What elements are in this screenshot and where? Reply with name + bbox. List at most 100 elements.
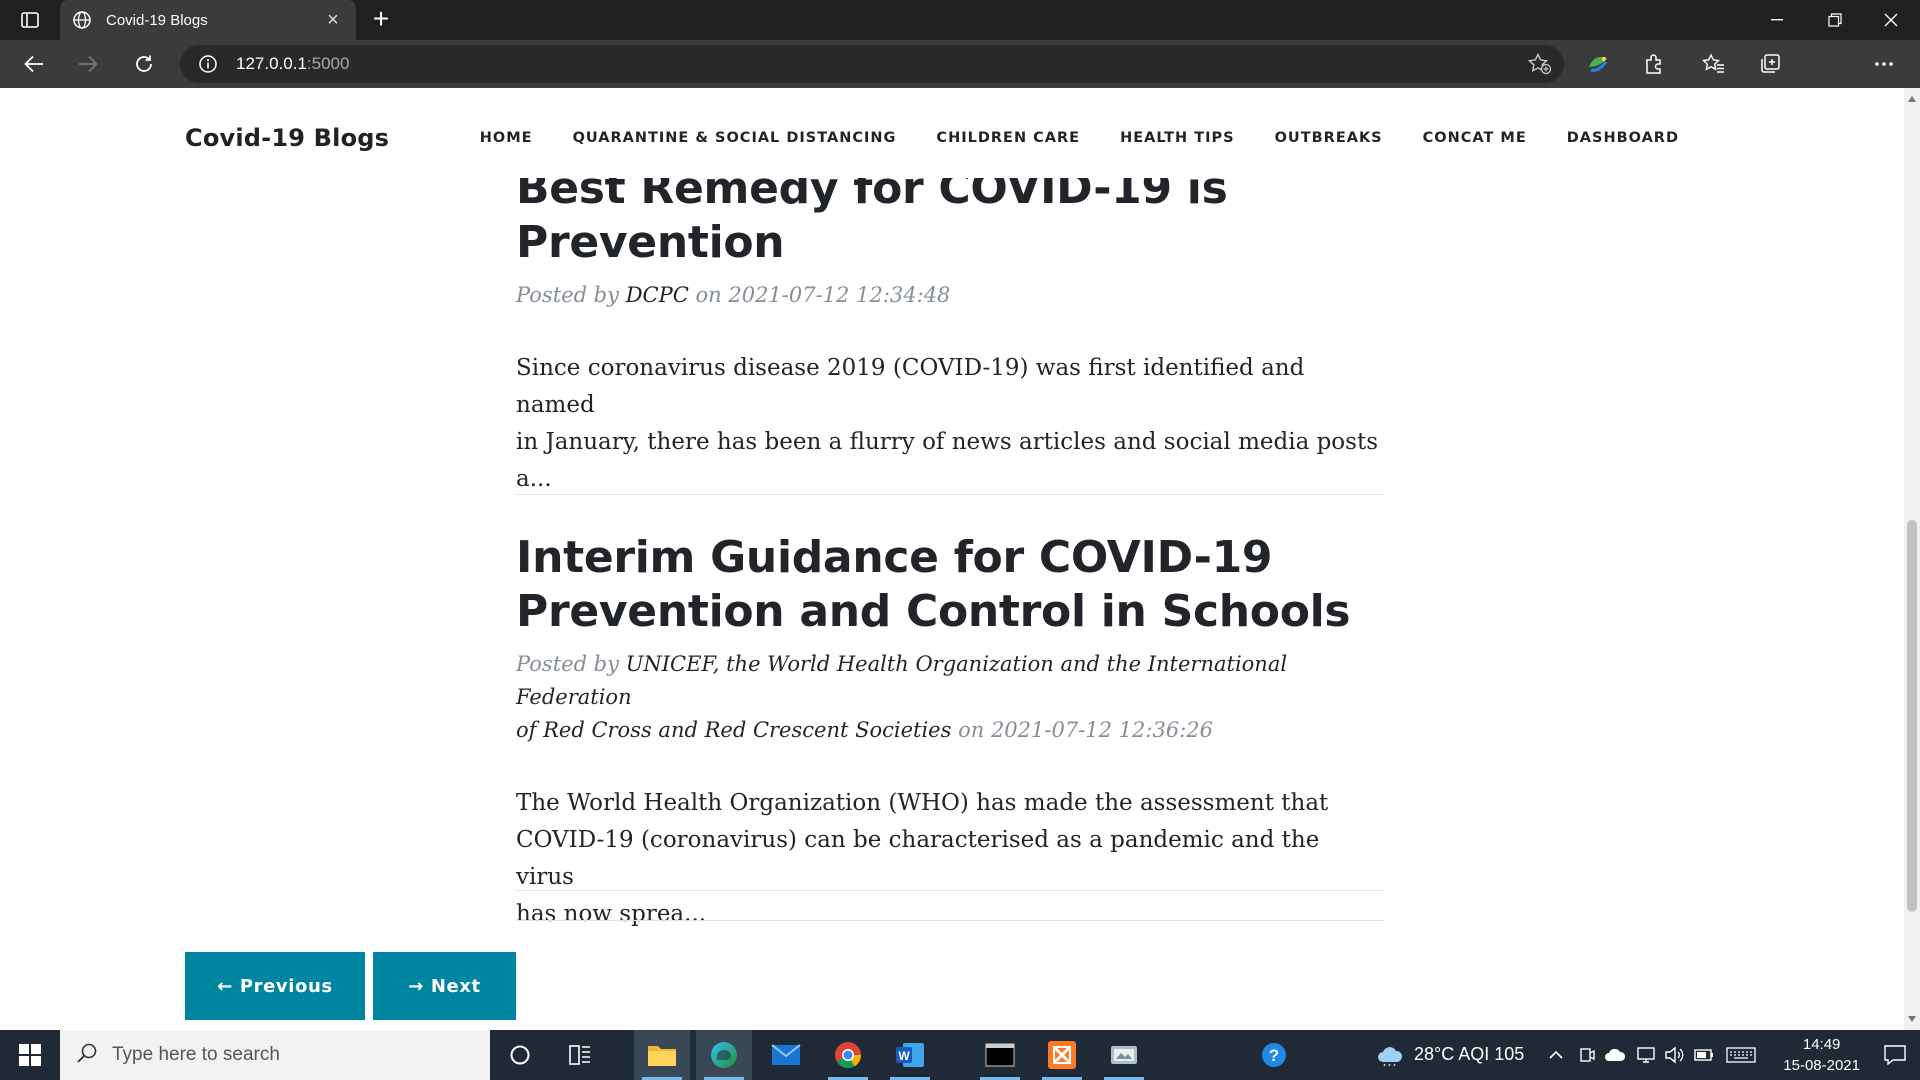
svg-text:?: ? xyxy=(1269,1046,1279,1065)
scrollbar-thumb[interactable] xyxy=(1907,520,1917,912)
post-excerpt: Since coronavirus disease 2019 (COVID-19… xyxy=(516,350,1384,498)
nav-link-home[interactable]: HOME xyxy=(480,130,533,146)
keyboard-icon[interactable] xyxy=(1726,1047,1756,1068)
weather-icon[interactable] xyxy=(1376,1043,1404,1072)
address-port: :5000 xyxy=(306,54,350,73)
post-author: UNICEF, the World Health Organization an… xyxy=(516,652,1288,709)
meet-icon[interactable] xyxy=(1578,1046,1596,1069)
page-scrollbar[interactable] xyxy=(1904,88,1920,1030)
taskbar-search[interactable]: Type here to search xyxy=(60,1030,490,1080)
terminal-icon[interactable] xyxy=(972,1030,1028,1080)
post-preview: Best Remedy for COVID-19 is Prevention P… xyxy=(516,162,1384,498)
globe-icon xyxy=(72,10,92,30)
browser-essentials-icon[interactable] xyxy=(1582,50,1614,78)
list-end-divider xyxy=(516,920,1384,921)
scroll-up-icon[interactable] xyxy=(1908,96,1916,102)
extensions-icon[interactable] xyxy=(1638,50,1670,78)
address-host: 127.0.0.1 xyxy=(236,54,307,73)
refresh-icon[interactable] xyxy=(126,48,162,80)
notification-icon[interactable] xyxy=(1870,1030,1920,1080)
windows-taskbar: Type here to search W ? 28°C AQI 105 14:… xyxy=(0,1030,1920,1080)
restore-icon[interactable] xyxy=(1806,0,1864,40)
help-icon[interactable]: ? xyxy=(1246,1030,1302,1080)
close-icon[interactable]: × xyxy=(322,10,344,30)
excerpt-line: a... xyxy=(516,466,552,492)
edge-icon[interactable] xyxy=(696,1030,752,1080)
svg-text:W: W xyxy=(898,1049,910,1063)
minimize-icon[interactable] xyxy=(1748,0,1806,40)
address-bar[interactable]: 127.0.0.1 :5000 xyxy=(180,45,1564,83)
favorite-add-icon[interactable] xyxy=(1527,52,1552,75)
new-tab-button[interactable]: + xyxy=(366,5,396,34)
cortana-icon[interactable] xyxy=(492,1030,548,1080)
nav-link-outbreaks[interactable]: OUTBREAKS xyxy=(1275,130,1383,146)
collections-icon[interactable] xyxy=(1754,50,1786,78)
tab-title: Covid-19 Blogs xyxy=(106,11,208,29)
excerpt-line: in January, there has been a flurry of n… xyxy=(516,429,1379,455)
next-button[interactable]: → Next xyxy=(373,952,516,1020)
excerpt-line: The World Health Organization (WHO) has … xyxy=(516,790,1329,816)
nav-link-dashboard[interactable]: DASHBOARD xyxy=(1567,130,1679,146)
post-date: 2021-07-12 12:36:26 xyxy=(990,718,1214,742)
post-preview: Interim Guidance for COVID-19 Prevention… xyxy=(516,531,1384,933)
back-icon[interactable] xyxy=(16,48,52,80)
window-close-icon[interactable] xyxy=(1862,0,1920,40)
file-explorer-icon[interactable] xyxy=(634,1030,690,1080)
battery-icon[interactable] xyxy=(1694,1048,1714,1067)
scroll-down-icon[interactable] xyxy=(1908,1016,1916,1022)
post-title[interactable]: Interim Guidance for COVID-19 Prevention… xyxy=(516,531,1384,639)
clock-date: 15-08-2021 xyxy=(1783,1057,1860,1074)
posted-by-label: Posted by xyxy=(516,283,619,307)
nav-link-health-tips[interactable]: HEALTH TIPS xyxy=(1120,130,1235,146)
search-icon xyxy=(76,1042,98,1069)
nav-menu: HOME QUARANTINE & SOCIAL DISTANCING CHIL… xyxy=(480,130,1679,146)
task-view-icon[interactable] xyxy=(552,1030,608,1080)
onedrive-icon[interactable] xyxy=(1604,1048,1626,1067)
on-label: on xyxy=(958,718,985,742)
previous-button[interactable]: ← Previous xyxy=(185,952,365,1020)
word-icon[interactable]: W xyxy=(882,1030,938,1080)
info-icon[interactable] xyxy=(198,54,218,74)
excerpt-line: has now sprea... xyxy=(516,901,707,927)
post-meta: Posted by DCPC on 2021-07-12 12:34:48 xyxy=(516,279,1384,312)
post-divider xyxy=(516,890,1384,891)
weather-text[interactable]: 28°C AQI 105 xyxy=(1414,1044,1524,1065)
site-brand[interactable]: Covid-19 Blogs xyxy=(185,124,389,152)
post-title[interactable]: Best Remedy for COVID-19 is Prevention xyxy=(516,162,1384,270)
post-excerpt: The World Health Organization (WHO) has … xyxy=(516,785,1384,933)
forward-icon xyxy=(70,48,106,80)
chrome-icon[interactable] xyxy=(820,1030,876,1080)
chevron-up-icon[interactable] xyxy=(1548,1048,1564,1066)
nav-link-quarantine[interactable]: QUARANTINE & SOCIAL DISTANCING xyxy=(573,130,897,146)
browser-toolbar: 127.0.0.1 :5000 xyxy=(0,40,1920,120)
post-date: 2021-07-12 12:34:48 xyxy=(728,283,951,307)
nav-link-contact[interactable]: CONCAT ME xyxy=(1423,130,1527,146)
nav-link-children-care[interactable]: CHILDREN CARE xyxy=(936,130,1080,146)
post-author: DCPC xyxy=(625,283,689,307)
app-icon[interactable] xyxy=(1096,1030,1152,1080)
taskbar-clock[interactable]: 14:49 15-08-2021 xyxy=(1783,1034,1860,1076)
search-placeholder: Type here to search xyxy=(112,1044,280,1065)
page-viewport: Best Remedy for COVID-19 is Prevention P… xyxy=(0,88,1904,1030)
post-title-line[interactable]: Prevention xyxy=(516,217,785,268)
tab-actions-icon[interactable] xyxy=(14,8,46,32)
site-navbar: Covid-19 Blogs HOME QUARANTINE & SOCIAL … xyxy=(0,88,1904,178)
more-icon[interactable] xyxy=(1868,50,1900,78)
browser-tab-bar: Covid-19 Blogs × + xyxy=(0,0,1920,40)
on-label: on xyxy=(695,283,722,307)
post-divider xyxy=(516,494,1384,495)
post-title-line[interactable]: Interim Guidance for COVID-19 xyxy=(516,532,1273,583)
clock-time: 14:49 xyxy=(1802,1036,1841,1053)
network-icon[interactable] xyxy=(1636,1046,1656,1069)
post-meta: Posted by UNICEF, the World Health Organ… xyxy=(516,648,1384,747)
post-author: of Red Cross and Red Crescent Societies xyxy=(516,718,952,742)
windows-icon[interactable] xyxy=(0,1030,60,1080)
volume-icon[interactable] xyxy=(1664,1046,1684,1069)
favorites-icon[interactable] xyxy=(1698,50,1730,78)
mail-icon[interactable] xyxy=(758,1030,814,1080)
post-title-line[interactable]: Prevention and Control in Schools xyxy=(516,586,1351,637)
excerpt-line: COVID-19 (coronavirus) can be characteri… xyxy=(516,827,1320,890)
posted-by-label: Posted by xyxy=(516,652,619,676)
xampp-icon[interactable] xyxy=(1034,1030,1090,1080)
browser-tab[interactable]: Covid-19 Blogs × xyxy=(60,0,356,40)
